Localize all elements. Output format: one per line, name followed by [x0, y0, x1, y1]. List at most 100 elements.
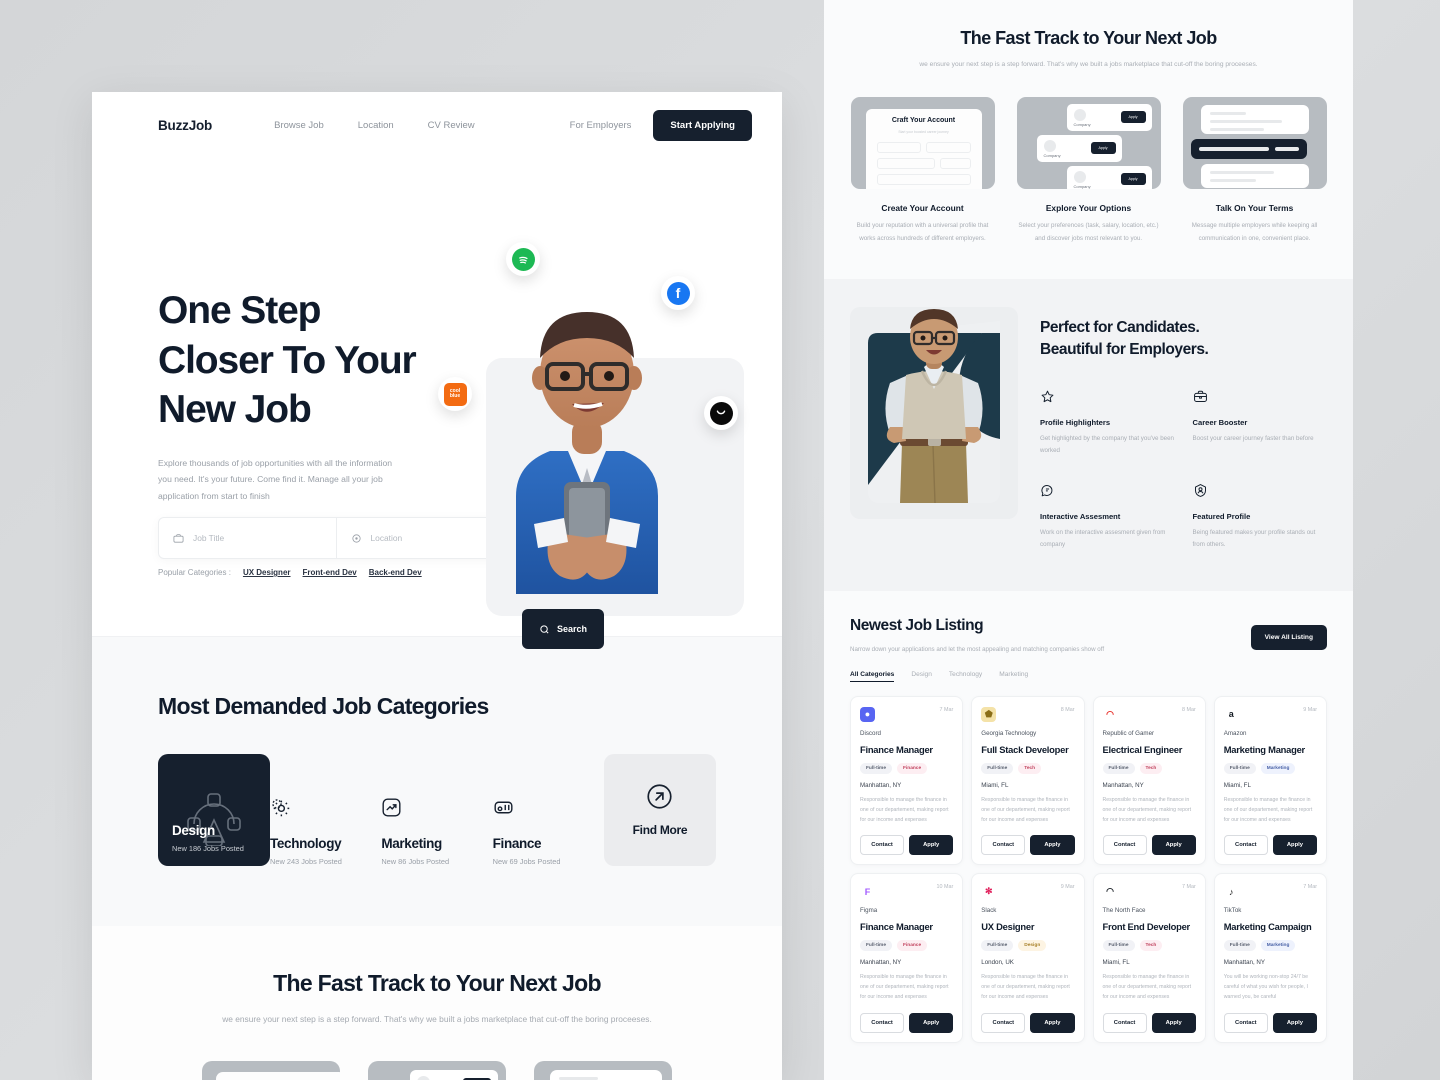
job-card[interactable]: a 9 Mar Amazon Marketing Manager Full-ti… [1213, 695, 1327, 866]
job-tags: Full-time Design [981, 940, 1074, 952]
popular-category-back-end-dev[interactable]: Back-end Dev [369, 568, 422, 577]
step-1-image: Craft Your Account Start your boosted ca… [850, 97, 995, 190]
job-title: Finance Manager [860, 921, 933, 933]
nav-link-for-employers[interactable]: For Employers [570, 120, 632, 131]
apply-button[interactable]: Apply [1030, 835, 1075, 856]
hero-subtitle: Explore thousands of job opportunities w… [158, 457, 393, 502]
map-pin-icon [351, 533, 361, 543]
tab-all-categories[interactable]: All Categories [850, 671, 895, 682]
job-description: Responsible to manage the finance in one… [860, 796, 949, 824]
search-icon [540, 624, 549, 634]
job-card[interactable]: ✻ 9 Mar Slack UX Designer Full-time Desig… [971, 873, 1085, 1043]
contact-button[interactable]: Contact [981, 1012, 1026, 1033]
popular-category-ux-designer[interactable]: UX Designer [243, 568, 291, 577]
fast-track-step-1: Craft Your Account Start your boosted ca… [850, 97, 995, 245]
job-company: Discord [860, 729, 881, 737]
category-card-find-more[interactable]: Find More [603, 754, 716, 866]
fast-track-step-image-2: Company Apply Company Apply [368, 1061, 506, 1080]
job-card[interactable]: ◠ 7 Mar The North Face Front End Develop… [1092, 873, 1206, 1043]
job-company: Slack [981, 907, 997, 915]
job-company: Amazon [1223, 729, 1247, 737]
job-company: TikTok [1223, 907, 1242, 915]
view-all-listing-button[interactable]: View All Listing [1250, 625, 1327, 651]
nav-link-location[interactable]: Location [358, 120, 394, 131]
job-title: Finance Manager [860, 743, 933, 755]
job-categories-section: Most Demanded Job Categories Design New … [92, 636, 782, 926]
nav-link-cv-review[interactable]: CV Review [428, 120, 475, 131]
category-meta: New 86 Jobs Posted [381, 857, 450, 866]
apply-button[interactable]: Apply [909, 835, 954, 856]
job-tag: Finance [897, 762, 928, 774]
company-label: Company [1073, 184, 1091, 190]
badge-spotify [506, 242, 540, 276]
feature-title: Featured Profile [1192, 512, 1251, 522]
apply-button[interactable]: Apply [909, 1012, 954, 1033]
job-tag: Full-time [860, 940, 892, 952]
feature-title: Interactive Assesment [1040, 512, 1121, 522]
job-date: 7 Mar [1181, 884, 1196, 891]
screenshot-stage: BuzzJob Browse Job Location CV Review Fo… [0, 0, 1440, 1080]
facebook-icon: f [666, 281, 690, 305]
search-button[interactable]: Search [522, 609, 604, 649]
job-tags: Full-time Finance [860, 762, 953, 774]
badge-crescent [704, 396, 738, 430]
brand-logo[interactable]: BuzzJob [158, 118, 212, 133]
category-meta: New 186 Jobs Posted [172, 844, 244, 853]
category-card-technology[interactable]: Technology New 243 Jobs Posted [270, 784, 381, 866]
job-title-placeholder: Job Title [193, 533, 225, 543]
contact-button[interactable]: Contact [1102, 1012, 1147, 1033]
contact-button[interactable]: Contact [981, 835, 1026, 856]
job-card[interactable]: ◠ 8 Mar Republic of Gamer Electrical Eng… [1092, 695, 1206, 866]
contact-button[interactable]: Contact [860, 1012, 905, 1033]
feature-featured-profile: Featured Profile Being featured makes yo… [1193, 483, 1328, 551]
category-card-design[interactable]: Design New 186 Jobs Posted [158, 754, 270, 866]
category-card-finance[interactable]: Finance New 69 Jobs Posted [493, 784, 604, 866]
job-company: The North Face [1102, 907, 1146, 915]
contact-button[interactable]: Contact [1102, 835, 1147, 856]
job-company: Georgia Technology [981, 729, 1037, 737]
job-card[interactable]: ● 7 Mar Discord Finance Manager Full-tim… [850, 695, 964, 866]
tab-marketing[interactable]: Marketing [999, 671, 1028, 682]
fast-track-title: The Fast Track to Your Next Job [273, 970, 601, 996]
step-3-image [1182, 97, 1327, 190]
craft-account-card-title: Craft Your Account [891, 117, 956, 125]
job-tags: Full-time Tech [981, 762, 1074, 774]
job-card[interactable]: ⬟ 8 Mar Georgia Technology Full Stack De… [971, 695, 1085, 866]
job-card-actions: Contact Apply [981, 835, 1075, 856]
fast-track-steps: Craft Your Account Start your boosted ca… [132, 1061, 742, 1080]
job-card-top: ♪ 7 Mar [1223, 884, 1317, 900]
tab-design[interactable]: Design [911, 671, 932, 682]
feature-desc: Get highlighted by the company that you'… [1040, 435, 1174, 455]
feature-desc: Being featured makes your profile stands… [1192, 529, 1316, 549]
apply-button[interactable]: Apply [1151, 835, 1196, 856]
apply-button[interactable]: Apply [1272, 1012, 1317, 1033]
user-badge-icon [1194, 484, 1206, 498]
job-card[interactable]: F 10 Mar Figma Finance Manager Full-time… [850, 873, 964, 1043]
apply-button[interactable]: Apply [1151, 1012, 1196, 1033]
feature-title: Career Booster [1192, 418, 1248, 427]
job-card-top: ✻ 9 Mar [981, 884, 1075, 900]
georgia-tech-icon: ⬟ [981, 706, 997, 722]
popular-category-front-end-dev[interactable]: Front-end Dev [303, 568, 357, 577]
apply-button[interactable]: Apply [1030, 1012, 1075, 1033]
category-meta: New 243 Jobs Posted [270, 857, 342, 866]
apply-button[interactable]: Apply [1272, 835, 1317, 856]
spotify-icon [511, 247, 535, 271]
job-tag: Tech [1018, 762, 1042, 774]
job-card-top: ◠ 7 Mar [1102, 884, 1196, 900]
apply-label: Apply [1120, 173, 1146, 186]
tab-technology[interactable]: Technology [949, 671, 982, 682]
craft-account-card-sub: Start your boosted career journey [898, 130, 949, 135]
contact-button[interactable]: Contact [1223, 1012, 1268, 1033]
job-title-field[interactable]: Job Title [159, 518, 336, 558]
contact-button[interactable]: Contact [1223, 835, 1268, 856]
nav-link-browse-job[interactable]: Browse Job [274, 120, 324, 131]
fast-track-step-image-1: Craft Your Account Start your boosted ca… [202, 1061, 340, 1080]
contact-button[interactable]: Contact [860, 835, 905, 856]
category-card-marketing[interactable]: Marketing New 86 Jobs Posted [381, 784, 492, 866]
job-card[interactable]: ♪ 7 Mar TikTok Marketing Campaign Full-t… [1213, 873, 1327, 1043]
start-applying-button[interactable]: Start Applying [653, 109, 752, 141]
job-title: Marketing Manager [1223, 743, 1305, 755]
fast-track-step-3: Talk On Your Terms Message multiple empl… [1182, 97, 1327, 245]
tiktok-icon: ♪ [1223, 884, 1239, 900]
